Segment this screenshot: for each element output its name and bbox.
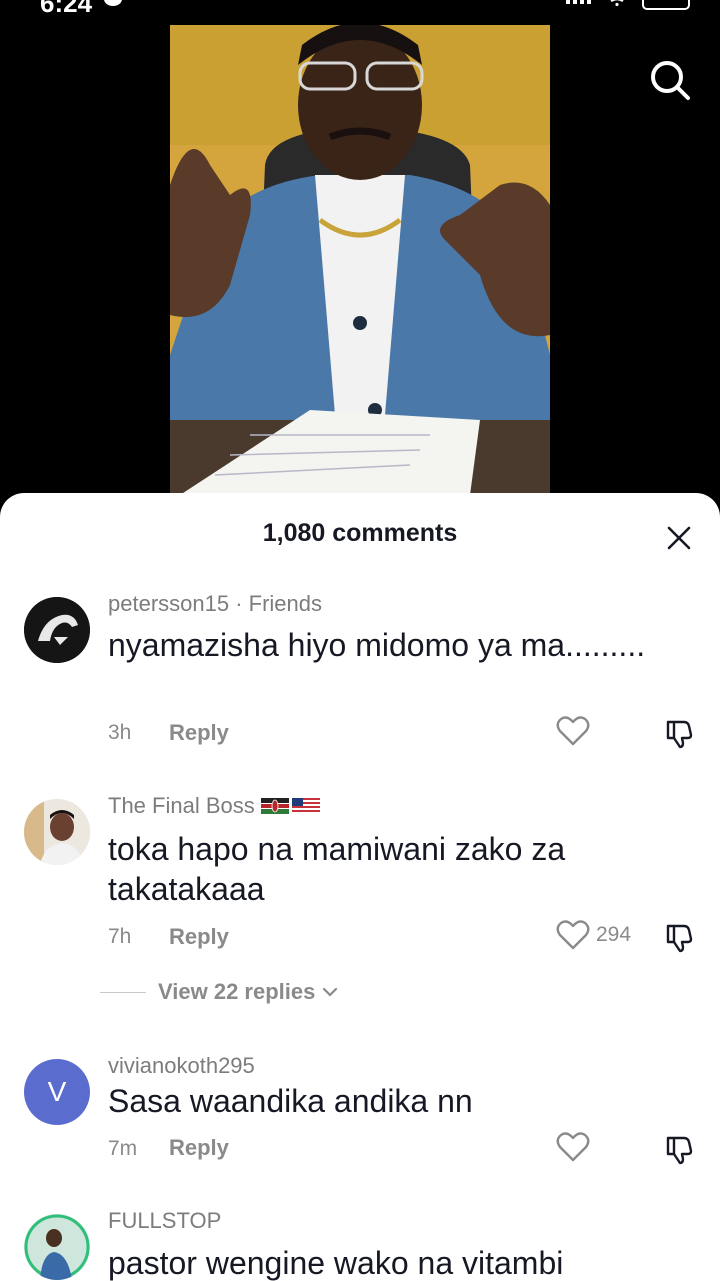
like-button[interactable] xyxy=(556,1131,596,1163)
comment-time: 7m xyxy=(108,1137,138,1160)
user-photo-avatar xyxy=(24,1214,90,1280)
comment-username[interactable]: vivianokoth295 xyxy=(108,1053,255,1079)
facebook-notification-icon xyxy=(104,0,122,6)
video-player[interactable] xyxy=(170,25,550,495)
chevron-down-icon xyxy=(323,987,338,997)
like-button[interactable]: 294 xyxy=(556,919,631,951)
like-count: 294 xyxy=(596,923,632,946)
battery-level: 90 xyxy=(644,0,688,2)
comment-username[interactable]: The Final Boss xyxy=(108,793,321,819)
like-button[interactable] xyxy=(556,715,596,747)
heart-icon xyxy=(556,920,590,950)
comment-time: 7h xyxy=(108,925,132,948)
comment-username-text: The Final Boss xyxy=(108,793,255,818)
comment-text: nyamazisha hiyo midomo ya ma......... xyxy=(108,627,646,663)
avatar[interactable] xyxy=(24,1214,90,1280)
view-replies-button[interactable]: View 22 replies xyxy=(100,979,339,1005)
divider-line xyxy=(100,991,146,993)
comment-username[interactable]: FULLSTOP xyxy=(108,1208,221,1234)
thumbs-down-icon[interactable] xyxy=(664,1133,696,1165)
comments-count-title: 1,080 comments xyxy=(262,519,458,547)
panther-avatar-image xyxy=(24,597,90,663)
flags-emoji-icon xyxy=(260,798,320,814)
heart-icon xyxy=(556,716,590,746)
avatar-letter: V xyxy=(47,1076,67,1107)
status-time: 6:24 xyxy=(40,0,93,18)
wifi-icon xyxy=(610,0,624,6)
comment-text: toka hapo na mamiwani zako za takatakaaa xyxy=(108,831,566,907)
avatar[interactable]: V xyxy=(24,1059,90,1125)
comment-text: pastor wengine wako na vitambi xyxy=(108,1245,564,1281)
battery-icon: 90 xyxy=(642,0,690,10)
view-replies-label: View 22 replies xyxy=(158,979,316,1004)
thumbs-down-icon[interactable] xyxy=(664,921,696,953)
reply-button[interactable]: Reply xyxy=(169,720,229,746)
status-bar: 6:24 90 xyxy=(0,0,720,22)
video-frame-image xyxy=(170,25,550,495)
comment-username[interactable]: petersson15 · Friends xyxy=(108,591,322,617)
reply-button[interactable]: Reply xyxy=(169,924,229,950)
user-photo-avatar xyxy=(24,799,90,865)
reply-button[interactable]: Reply xyxy=(169,1135,229,1161)
search-icon[interactable] xyxy=(648,58,692,102)
comment-text: Sasa waandika andika nn xyxy=(108,1083,473,1119)
heart-icon xyxy=(556,1132,590,1162)
comments-sheet: 1,080 comments petersson15 · Friends nya… xyxy=(0,493,720,1281)
thumbs-down-icon[interactable] xyxy=(664,717,696,749)
signal-icon xyxy=(566,0,591,4)
status-icons: 90 xyxy=(566,0,690,10)
avatar[interactable] xyxy=(24,597,90,663)
avatar[interactable] xyxy=(24,799,90,865)
comment-time: 3h xyxy=(108,721,132,744)
close-icon[interactable] xyxy=(664,523,694,553)
